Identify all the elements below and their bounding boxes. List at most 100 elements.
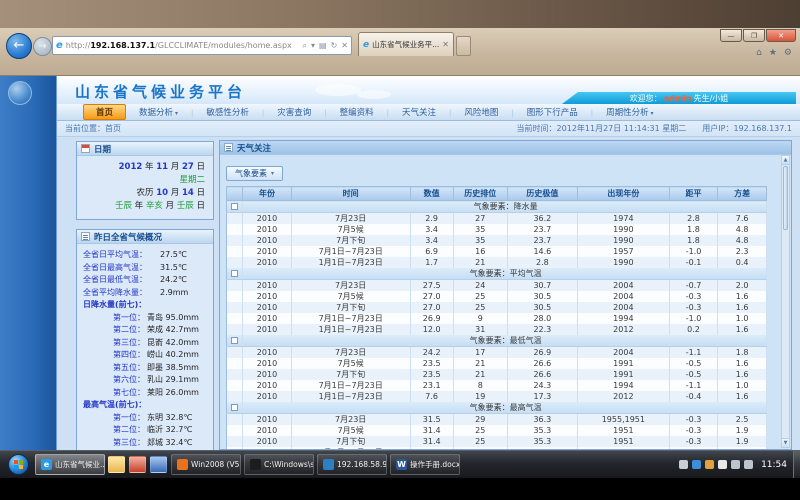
- scroll-up-icon[interactable]: ▲: [782, 156, 789, 165]
- table-row[interactable]: 20101月1日~7月23日12.03122.320120.21.6: [227, 324, 767, 335]
- section-title: 气象要素：最低气温: [243, 335, 767, 347]
- nav-item-6[interactable]: 天气关注: [402, 106, 451, 118]
- column-header-1[interactable]: 年份: [243, 187, 292, 201]
- ie-icon: e: [41, 459, 52, 470]
- search-icon[interactable]: ⌕: [303, 41, 307, 51]
- stop-icon[interactable]: ✕: [341, 41, 348, 50]
- table-row[interactable]: 20107月23日2.92736.219742.87.6: [227, 213, 767, 225]
- column-header-7[interactable]: 距平: [669, 187, 718, 201]
- section-checkbox[interactable]: [231, 404, 238, 411]
- table-cell: 12.0: [410, 324, 453, 335]
- back-button[interactable]: ←: [6, 33, 32, 59]
- refresh-icon[interactable]: ↻: [331, 41, 338, 50]
- table-row[interactable]: 20107月下旬23.52126.61991-0.51.6: [227, 369, 767, 380]
- table-cell: 2010: [243, 369, 292, 380]
- column-header-4[interactable]: 历史排位: [453, 187, 507, 201]
- table-cell: 36.3: [507, 414, 577, 426]
- nav-item-5[interactable]: 整编资料: [340, 106, 389, 118]
- favorites-star-icon[interactable]: ★: [769, 48, 777, 58]
- table-row[interactable]: 20107月1日~7月23日23.1824.31994-1.11.0: [227, 380, 767, 391]
- url-scheme: http://: [66, 41, 91, 50]
- taskbar-window-5[interactable]: W操作手册.docx ...: [390, 454, 460, 475]
- tab-close-icon[interactable]: ✕: [442, 40, 449, 49]
- taskbar-window-2[interactable]: Win2008 (V52...: [171, 454, 241, 475]
- column-header-3[interactable]: 数值: [410, 187, 453, 201]
- column-header-5[interactable]: 历史极值: [507, 187, 577, 201]
- table-row[interactable]: 20107月1日~7月23日6.91614.61957-1.02.3: [227, 246, 767, 257]
- volume-icon[interactable]: [744, 460, 753, 469]
- table-row[interactable]: 20107月23日24.21726.92004-1.11.8: [227, 347, 767, 359]
- address-bar[interactable]: e http://192.168.137.1/GLCCLIMATE/module…: [52, 36, 352, 55]
- nav-item-4[interactable]: 灾害查询: [277, 106, 326, 118]
- scroll-down-icon[interactable]: ▼: [782, 438, 789, 447]
- browser-tab[interactable]: e 山东省气候业务平... ✕: [358, 32, 454, 56]
- page-header: 山东省气候业务平台 欢迎您：admin 先生/小姐: [57, 76, 800, 104]
- start-button[interactable]: [8, 454, 29, 475]
- table-row[interactable]: 20101月1日~7月23日7.61917.32012-0.41.6: [227, 391, 767, 402]
- element-filter-button[interactable]: 气象要素 ▾: [226, 166, 283, 181]
- nav-item-7[interactable]: 风险地图: [464, 106, 513, 118]
- table-row[interactable]: 20107月5候23.52126.61991-0.51.6: [227, 358, 767, 369]
- table-row[interactable]: 20107月5候27.02530.52004-0.31.6: [227, 291, 767, 302]
- sidebar: 日期 2012 年 11 月 27 日 星期二 农历 10 月 14 日 壬辰 …: [76, 141, 214, 450]
- table-row[interactable]: 20101月1日~7月23日1.7212.81990-0.10.4: [227, 257, 767, 268]
- nav-item-1[interactable]: 首页: [83, 104, 126, 120]
- column-header-8[interactable]: 方差: [718, 187, 767, 201]
- table-toolbar: 气象要素 ▾: [220, 155, 791, 186]
- vertical-scrollbar[interactable]: ▲ ▼: [781, 155, 790, 448]
- table-row[interactable]: 20107月23日31.52936.31955,1951-0.32.5: [227, 414, 767, 426]
- table-cell: 2010: [243, 213, 292, 225]
- settings-gear-icon[interactable]: ⚙: [784, 48, 792, 58]
- row-spacer-cell: [227, 213, 243, 225]
- network-icon[interactable]: [731, 460, 740, 469]
- table-cell: 1974: [577, 213, 669, 225]
- table-row[interactable]: 20107月下旬3.43523.719901.84.8: [227, 235, 767, 246]
- table-row[interactable]: 20107月下旬27.02530.52004-0.31.6: [227, 302, 767, 313]
- column-header-2[interactable]: 时间: [291, 187, 410, 201]
- compatibility-view-icon[interactable]: ▤: [319, 41, 327, 50]
- app-launcher-icon[interactable]: [150, 456, 167, 473]
- section-checkbox[interactable]: [231, 337, 238, 344]
- home-icon[interactable]: ⌂: [756, 48, 762, 58]
- forward-button[interactable]: →: [33, 37, 52, 56]
- taskbar-window-1[interactable]: e山东省气候业...: [35, 454, 105, 475]
- table-cell: -0.3: [669, 291, 718, 302]
- column-header-6[interactable]: 出现年份: [577, 187, 669, 201]
- taskbar-window-4[interactable]: 192.168.58.99...: [317, 454, 387, 475]
- table-row[interactable]: 20107月5候3.43523.719901.84.8: [227, 224, 767, 235]
- antivirus-icon[interactable]: [705, 460, 714, 469]
- rank-label: 第三位：: [113, 437, 147, 450]
- section-checkbox[interactable]: [231, 270, 238, 277]
- report-icon: [81, 232, 90, 241]
- table-cell: 26.9: [507, 347, 577, 359]
- table-row[interactable]: 20107月5候31.42535.31951-0.31.9: [227, 425, 767, 436]
- table-cell: 23.7: [507, 224, 577, 235]
- minimize-button[interactable]: —: [720, 29, 742, 42]
- taskbar-window-3[interactable]: C:\Windows\s...: [244, 454, 314, 475]
- nav-item-2[interactable]: 数据分析 ▾: [139, 106, 193, 118]
- section-checkbox[interactable]: [231, 203, 238, 210]
- table-cell: 2010: [243, 436, 292, 447]
- ime-icon[interactable]: [692, 460, 701, 469]
- table-cell: 30.7: [507, 280, 577, 292]
- scrollbar-thumb[interactable]: [783, 166, 788, 230]
- action-center-flag-icon[interactable]: [718, 460, 727, 469]
- show-desktop-button[interactable]: [793, 451, 800, 479]
- maximize-button[interactable]: ❐: [743, 29, 765, 42]
- folder-icon[interactable]: [108, 456, 125, 473]
- table-row[interactable]: 20107月23日27.52430.72004-0.72.0: [227, 280, 767, 292]
- table-row[interactable]: 20107月下旬31.42535.31951-0.31.9: [227, 436, 767, 447]
- nav-item-9[interactable]: 周期性分析 ▾: [606, 106, 666, 118]
- autocomplete-arrow-icon[interactable]: ▾: [311, 41, 315, 50]
- table-cell: 27: [453, 213, 507, 225]
- close-button[interactable]: ✕: [766, 29, 796, 42]
- new-tab-button[interactable]: [456, 36, 471, 56]
- nav-item-8[interactable]: 图形下行产品: [527, 106, 593, 118]
- nav-item-3[interactable]: 敏感性分析: [206, 106, 264, 118]
- media-player-icon[interactable]: [129, 456, 146, 473]
- summary-body: 全省日平均气温：27.5℃全省日最高气温：31.5℃全省日最低气温：24.2℃全…: [77, 244, 213, 450]
- table-cell: 1951: [577, 436, 669, 447]
- rank-item: 第一位：青岛 95.0mm: [83, 312, 209, 325]
- table-row[interactable]: 20107月1日~7月23日26.9928.01994-1.01.0: [227, 313, 767, 324]
- chevron-up-icon[interactable]: [679, 460, 688, 469]
